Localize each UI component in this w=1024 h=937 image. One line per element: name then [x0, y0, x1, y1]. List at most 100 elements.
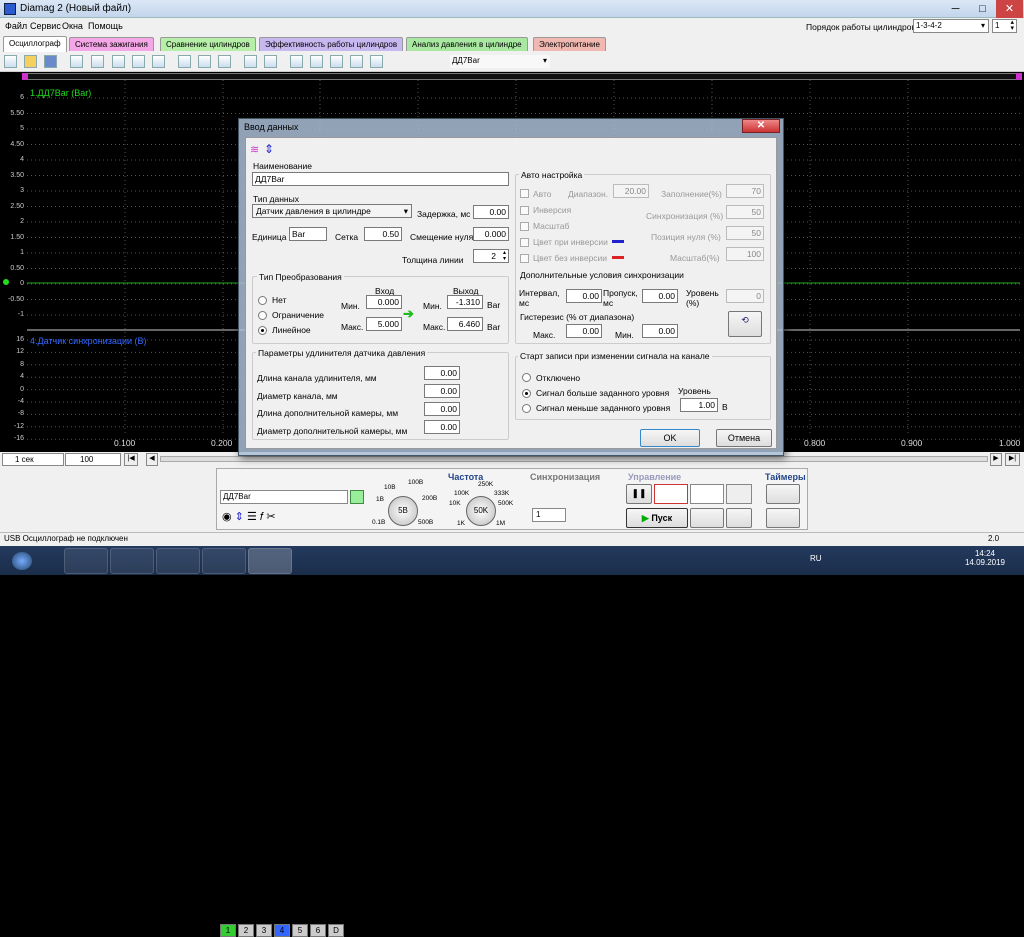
document-icon[interactable]	[370, 55, 383, 68]
first-icon[interactable]: |◀	[124, 453, 138, 466]
clock[interactable]: 14:24 14.09.2019	[960, 549, 1010, 567]
delay-input[interactable]: 0.00	[473, 205, 509, 219]
rec-level-input[interactable]: 1.00	[680, 398, 718, 412]
color-inversion-checkbox[interactable]	[520, 238, 529, 247]
blue-color-swatch[interactable]	[612, 240, 624, 243]
cancel-button[interactable]: Отмена	[716, 429, 772, 447]
eye-icon[interactable]: ◉	[222, 511, 232, 523]
multi-sine-icon[interactable]	[690, 484, 724, 504]
inversion-checkbox[interactable]	[520, 206, 529, 215]
auto-record-button[interactable]	[726, 508, 752, 528]
hyst-max-input[interactable]: 0.00	[566, 324, 602, 338]
level-input[interactable]: 0	[726, 289, 764, 303]
last-icon[interactable]: ▶|	[1005, 453, 1020, 466]
data-type-select[interactable]: Датчик давления в цилиндре ▾	[252, 204, 412, 218]
sort-icon[interactable]	[264, 55, 277, 68]
channel-button-D[interactable]: D	[328, 924, 344, 937]
save-icon[interactable]	[44, 55, 57, 68]
sync-percent-input[interactable]: 50	[726, 205, 764, 219]
zero-position-input[interactable]: 50	[726, 226, 764, 240]
multiwave-icon[interactable]	[218, 55, 231, 68]
tools-icon[interactable]: ✂	[266, 511, 275, 523]
frequency-knob[interactable]: 50K	[466, 496, 496, 526]
channel-settings-icon[interactable]	[290, 55, 303, 68]
channel-button-5[interactable]: 5	[292, 924, 308, 937]
rec-less-radio[interactable]	[522, 404, 531, 413]
yandex-icon[interactable]	[202, 548, 246, 574]
pause-button[interactable]: ❚❚	[626, 484, 652, 504]
color-icon[interactable]	[350, 490, 364, 504]
skip-input[interactable]: 0.00	[642, 289, 678, 303]
apply-sync-button[interactable]: ⟲	[728, 311, 762, 337]
channel-button-1[interactable]: 1	[220, 924, 236, 937]
scale-percent-input[interactable]: 100	[726, 247, 764, 261]
wave-icon[interactable]	[198, 55, 211, 68]
new-file-icon[interactable]	[4, 55, 17, 68]
conv-linear-radio[interactable]	[258, 326, 267, 335]
wave-icon[interactable]: ≋	[250, 143, 259, 156]
channel-button-2[interactable]: 2	[238, 924, 254, 937]
tab-oscilloscope[interactable]: Осциллограф	[3, 36, 67, 52]
ext-diameter-input[interactable]: 0.00	[424, 384, 460, 398]
cursor-icon[interactable]	[70, 55, 83, 68]
fill-input[interactable]: 70	[726, 184, 764, 198]
output-max-field[interactable]: 6.460	[447, 317, 483, 331]
sine-icon[interactable]	[654, 484, 688, 504]
open-folder-icon[interactable]	[24, 55, 37, 68]
zoom-icon[interactable]	[132, 55, 145, 68]
tab-ignition[interactable]: Система зажигания	[69, 37, 154, 51]
auto-checkbox[interactable]	[520, 189, 529, 198]
hyst-min-input[interactable]: 0.00	[642, 324, 678, 338]
cylinder-order-select[interactable]: 1-3-4-2 ▾	[913, 19, 989, 33]
channel-button-4[interactable]: 4	[274, 924, 290, 937]
next-icon[interactable]: ▶	[990, 453, 1002, 466]
diamag-icon[interactable]	[248, 548, 292, 574]
menu-file[interactable]: Файл	[5, 21, 27, 31]
voltage-knob[interactable]: 5В	[388, 496, 418, 526]
conv-none-radio[interactable]	[258, 296, 267, 305]
channel-select[interactable]: ДД7Bar ▾	[450, 55, 550, 68]
menu-help[interactable]: Помощь	[88, 21, 123, 31]
split-icon[interactable]	[330, 55, 343, 68]
zoom-select[interactable]: 100	[65, 453, 121, 466]
lines-icon[interactable]: ☰	[247, 511, 257, 523]
cylinder-number-spinner[interactable]: 1 ▴ ▾	[992, 19, 1017, 33]
tab-power-supply[interactable]: Электропитание	[533, 37, 606, 51]
menu-service[interactable]: Сервис	[30, 21, 61, 31]
tab-pressure-analysis[interactable]: Анализ давления в цилиндре	[406, 37, 528, 51]
input-min-field[interactable]: 0.000	[366, 295, 402, 309]
language-indicator[interactable]: RU	[810, 554, 822, 563]
timer-button-1[interactable]	[766, 484, 800, 504]
zero-offset-input[interactable]: 0.000	[473, 227, 509, 241]
timer-button-2[interactable]	[766, 508, 800, 528]
start-button[interactable]: ▶ Пуск	[626, 508, 688, 528]
interval-input[interactable]: 0.00	[566, 289, 602, 303]
range-input[interactable]: 20.00	[613, 184, 649, 198]
dialog-close-button[interactable]: ✕	[742, 119, 780, 133]
channel-button-6[interactable]: 6	[310, 924, 326, 937]
single-shot-button[interactable]	[690, 508, 724, 528]
prev-icon[interactable]: ◀	[146, 453, 158, 466]
channel-button-3[interactable]: 3	[256, 924, 272, 937]
flag-icon[interactable]	[350, 55, 363, 68]
ext-length-input[interactable]: 0.00	[424, 366, 460, 380]
rec-greater-radio[interactable]	[522, 389, 531, 398]
table-icon[interactable]	[310, 55, 323, 68]
left-marker-icon[interactable]	[22, 73, 28, 80]
filter-icon[interactable]	[152, 55, 165, 68]
app-launcher-icon[interactable]	[156, 548, 200, 574]
time-scale-select[interactable]: 1 сек	[2, 453, 64, 466]
start-icon[interactable]	[12, 552, 32, 570]
line-thickness-spinner[interactable]: 2 ▴ ▾	[473, 249, 509, 263]
ok-button[interactable]: OK	[640, 429, 700, 447]
input-max-field[interactable]: 5.000	[366, 317, 402, 331]
channel-name-field[interactable]: ДД7Bar	[220, 490, 348, 504]
unit-input[interactable]: Bar	[289, 227, 327, 241]
explorer-icon[interactable]	[64, 548, 108, 574]
tab-cylinder-compare[interactable]: Сравнение цилиндров	[160, 37, 256, 51]
chamber-length-input[interactable]: 0.00	[424, 402, 460, 416]
tab-cylinder-efficiency[interactable]: Эффективность работы цилиндров	[259, 37, 404, 51]
marker-icon[interactable]	[91, 55, 104, 68]
grid-input[interactable]: 0.50	[364, 227, 402, 241]
chamber-diameter-input[interactable]: 0.00	[424, 420, 460, 434]
